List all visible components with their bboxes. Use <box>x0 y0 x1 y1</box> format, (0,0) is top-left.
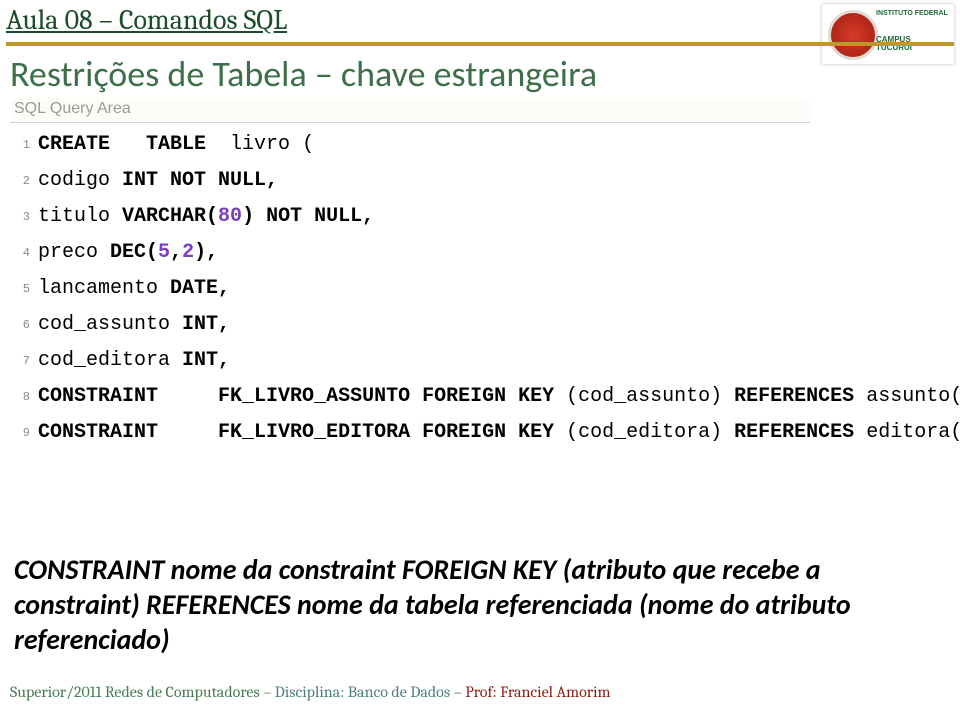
code-token: TABLE <box>146 133 206 156</box>
code-token <box>158 421 218 444</box>
footer-right: Prof: Franciel Amorim <box>465 683 610 701</box>
code-token <box>110 133 146 156</box>
code-token: CREATE <box>38 133 110 156</box>
footer-dash: – <box>450 683 465 701</box>
code-token: preco <box>38 241 110 264</box>
code-token: editora(codigo)); <box>854 421 960 444</box>
code-line: 4 preco DEC(5,2), <box>10 235 810 271</box>
header: Aula 08 – Comandos SQL INSTITUTO FEDERAL… <box>6 4 954 44</box>
sql-code-area: 1 CREATE TABLE livro ( 2 codigo INT NOT NUL… <box>10 123 810 451</box>
code-token: ( <box>146 241 158 264</box>
line-number: 5 <box>10 271 30 307</box>
sql-query-panel: SQL Query Area 1 CREATE TABLE livro ( 2 cod… <box>10 98 810 451</box>
code-token: ), <box>194 241 218 264</box>
line-number: 1 <box>10 127 30 163</box>
code-token: ) <box>242 205 254 228</box>
code-line: 5 lancamento DATE, <box>10 271 810 307</box>
code-token: INT, <box>182 313 230 336</box>
code-token: 2 <box>182 241 194 264</box>
code-token: DEC <box>110 241 146 264</box>
line-number: 2 <box>10 163 30 199</box>
code-line: 9 CONSTRAINT FK_LIVRO_EDITORA FOREIGN KEY… <box>10 415 810 451</box>
slide: Aula 08 – Comandos SQL INSTITUTO FEDERAL… <box>0 0 960 709</box>
code-token: titulo <box>38 205 122 228</box>
footer-dash: – <box>260 683 275 701</box>
footer-left: Superior/2011 Redes de Computadores <box>10 683 260 701</box>
code-token <box>410 385 422 408</box>
lesson-title: Aula 08 – Comandos SQL <box>6 4 287 36</box>
code-token: cod_editora <box>38 349 182 372</box>
code-token: ( <box>206 205 218 228</box>
code-token <box>158 385 218 408</box>
code-token: codigo <box>38 169 122 192</box>
code-token <box>254 205 266 228</box>
institution-logo: INSTITUTO FEDERAL CAMPUS TUCURUÍ <box>822 4 954 64</box>
code-token: 5 <box>158 241 170 264</box>
code-token: NOT NULL, <box>266 205 374 228</box>
code-line: 2 codigo INT NOT NULL, <box>10 163 810 199</box>
code-token: (cod_assunto) <box>554 385 734 408</box>
line-number: 4 <box>10 235 30 271</box>
line-number: 3 <box>10 199 30 235</box>
divider <box>6 42 954 46</box>
code-line: 1 CREATE TABLE livro ( <box>10 127 810 163</box>
code-token: INT NOT NULL, <box>122 169 278 192</box>
code-token: lancamento <box>38 277 170 300</box>
code-token <box>410 421 422 444</box>
code-line: 7 cod_editora INT, <box>10 343 810 379</box>
code-token: FK_LIVRO_ASSUNTO <box>218 385 410 408</box>
code-token: VARCHAR <box>122 205 206 228</box>
code-token: , <box>170 241 182 264</box>
code-token: DATE, <box>170 277 230 300</box>
code-token: REFERENCES <box>734 421 854 444</box>
code-token: 80 <box>218 205 242 228</box>
code-line: 6 cod_assunto INT, <box>10 307 810 343</box>
code-token: cod_assunto <box>38 313 182 336</box>
syntax-explanation: CONSTRAINT nome da constraint FOREIGN KE… <box>14 552 920 657</box>
line-number: 6 <box>10 307 30 343</box>
code-token: assunto(codigo), <box>854 385 960 408</box>
footer: Superior/2011 Redes de Computadores – Di… <box>10 683 950 701</box>
code-token: FK_LIVRO_EDITORA <box>218 421 410 444</box>
code-token: FOREIGN KEY <box>422 421 554 444</box>
code-token: (cod_editora) <box>554 421 734 444</box>
line-number: 7 <box>10 343 30 379</box>
code-token: CONSTRAINT <box>38 385 158 408</box>
code-token: FOREIGN KEY <box>422 385 554 408</box>
sql-query-label: SQL Query Area <box>10 98 810 123</box>
code-token: CONSTRAINT <box>38 421 158 444</box>
line-number: 9 <box>10 415 30 451</box>
code-line: 8 CONSTRAINT FK_LIVRO_ASSUNTO FOREIGN KEY… <box>10 379 810 415</box>
code-token: livro ( <box>206 133 314 156</box>
slide-subtitle: Restrições de Tabela – chave estrangeira <box>10 52 597 96</box>
code-token: INT, <box>182 349 230 372</box>
line-number: 8 <box>10 379 30 415</box>
logo-badge-icon <box>828 10 878 60</box>
code-line: 3 titulo VARCHAR(80) NOT NULL, <box>10 199 810 235</box>
footer-mid: Disciplina: Banco de Dados <box>275 683 450 701</box>
logo-text: INSTITUTO FEDERAL <box>876 10 948 18</box>
code-token: REFERENCES <box>734 385 854 408</box>
